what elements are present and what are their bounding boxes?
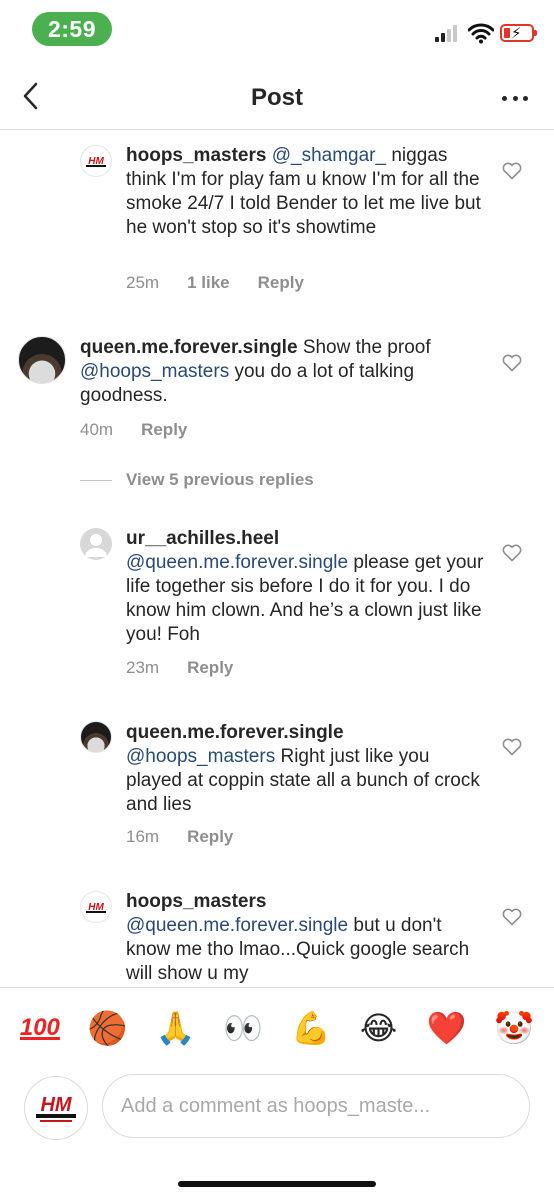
view-previous-replies[interactable]: View 5 previous replies	[80, 470, 314, 490]
emoji-basketball[interactable]: 🏀	[84, 1008, 132, 1048]
comment-body: queen.me.forever.single @hoops_masters R…	[126, 721, 486, 817]
comment-meta: 23m Reply	[126, 658, 233, 678]
view-replies-label[interactable]: View 5 previous replies	[126, 470, 314, 490]
emoji-tears-of-joy[interactable]: 😂	[355, 1008, 403, 1048]
avatar[interactable]: HM	[80, 145, 112, 177]
likes-count[interactable]: 1 like	[187, 273, 230, 293]
avatar[interactable]	[18, 336, 66, 384]
comment-meta: 16m Reply	[126, 827, 233, 847]
comments-list: HM hoops_masters @_shamgar_ niggas think…	[0, 131, 554, 987]
wifi-icon	[468, 23, 494, 44]
avatar[interactable]	[80, 721, 112, 753]
battery-icon: ⚡	[500, 24, 537, 42]
heart-icon[interactable]	[502, 738, 522, 756]
comment-input[interactable]	[102, 1074, 530, 1138]
comment-mention[interactable]: @queen.me.forever.single	[126, 915, 348, 936]
hoops-masters-logo-icon: HM	[84, 153, 108, 169]
comment-mention[interactable]: @hoops_masters	[80, 361, 229, 382]
reply-button[interactable]: Reply	[187, 827, 233, 847]
emoji-red-heart[interactable]: ❤️	[422, 1008, 470, 1048]
comment-username[interactable]: queen.me.forever.single	[80, 337, 298, 358]
comment-body: ur__achilles.heel @queen.me.forever.sing…	[126, 527, 486, 647]
status-time: 2:59	[32, 12, 112, 46]
emoji-hundred[interactable]: 100	[16, 1008, 64, 1048]
cellular-signal-icon	[435, 24, 461, 42]
home-indicator[interactable]	[178, 1181, 376, 1187]
emoji-praying-hands[interactable]: 🙏	[151, 1008, 199, 1048]
page-title: Post	[250, 84, 303, 111]
comment-text: Show the proof	[302, 337, 431, 358]
comment-time: 16m	[126, 827, 160, 846]
avatar[interactable]	[80, 528, 112, 560]
comment-body: queen.me.forever.single Show the proof @…	[80, 336, 480, 408]
comment-body: hoops_masters @_shamgar_ niggas think I'…	[126, 144, 486, 240]
svg-text:HM: HM	[40, 1094, 72, 1116]
comment-username[interactable]: queen.me.forever.single	[126, 722, 344, 743]
comment-username[interactable]: hoops_masters	[126, 145, 266, 166]
emoji-eyes[interactable]: 👀	[219, 1008, 267, 1048]
comment-mention[interactable]: @_shamgar_	[272, 145, 386, 166]
avatar[interactable]: HM	[80, 891, 112, 923]
comment-composer: HM	[0, 1068, 554, 1158]
comment-mention[interactable]: @hoops_masters	[126, 746, 275, 767]
divider	[80, 479, 112, 481]
comment-meta: 25m 1 like Reply	[126, 273, 304, 293]
nav-header: Post	[0, 64, 554, 130]
comment-username[interactable]: hoops_masters	[126, 891, 266, 912]
comment-mention[interactable]: @queen.me.forever.single	[126, 552, 348, 573]
status-bar: 2:59 ⚡	[0, 0, 554, 64]
emoji-quick-bar: 100 🏀 🙏 👀 💪 😂 ❤️ 🤡	[0, 987, 554, 1067]
heart-icon[interactable]	[502, 354, 522, 372]
heart-icon[interactable]	[502, 908, 522, 926]
comment-time: 40m	[80, 420, 114, 439]
comment-meta: 40m Reply	[80, 420, 187, 440]
more-options-icon[interactable]	[502, 94, 528, 102]
current-user-avatar: HM	[24, 1076, 88, 1140]
hoops-masters-logo-icon: HM	[86, 902, 106, 913]
reply-button[interactable]: Reply	[258, 273, 304, 293]
emoji-flexed-biceps[interactable]: 💪	[287, 1008, 335, 1048]
emoji-clown[interactable]: 🤡	[490, 1008, 538, 1048]
default-user-icon	[85, 534, 107, 557]
comment-username[interactable]: ur__achilles.heel	[126, 528, 279, 549]
reply-button[interactable]: Reply	[141, 420, 187, 440]
comment-time: 25m	[126, 273, 160, 292]
hoops-masters-logo-icon: HM	[36, 1094, 76, 1122]
heart-icon[interactable]	[502, 162, 522, 180]
comment-body: hoops_masters @queen.me.forever.single b…	[126, 890, 486, 986]
reply-button[interactable]: Reply	[187, 658, 233, 678]
heart-icon[interactable]	[502, 544, 522, 562]
comment-time: 23m	[126, 658, 160, 677]
